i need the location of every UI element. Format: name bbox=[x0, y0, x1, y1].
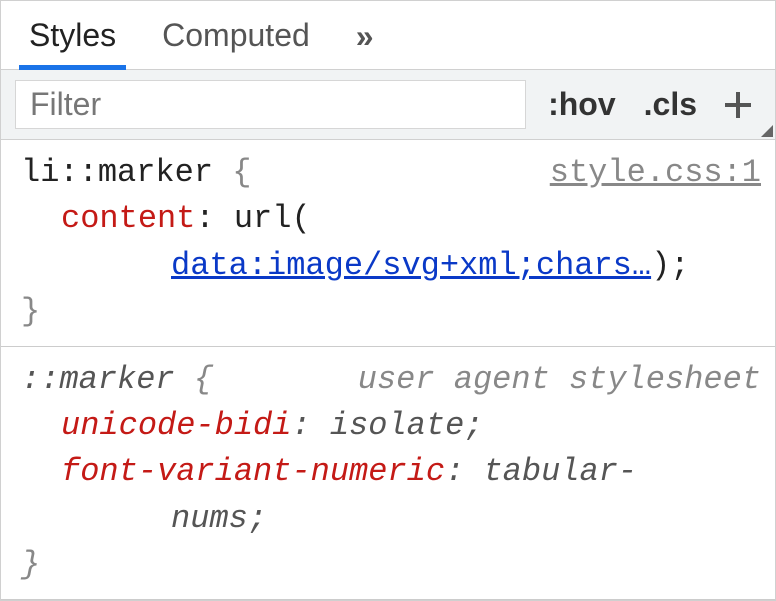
ua-label: user agent stylesheet bbox=[358, 357, 761, 403]
colon: : bbox=[195, 200, 214, 237]
close-brace: } bbox=[21, 289, 761, 335]
url-link[interactable]: data:image/svg+xml;chars… bbox=[171, 247, 651, 284]
dropdown-corner-icon bbox=[761, 125, 773, 137]
styles-panel: Styles Computed » :hov .cls li::marker {… bbox=[0, 0, 776, 601]
declaration: font-variant-numeric: tabular- bbox=[21, 449, 761, 495]
property-value-part1: tabular- bbox=[464, 453, 637, 490]
declaration: unicode-bidi: isolate; bbox=[21, 403, 761, 449]
declaration[interactable]: content: url( bbox=[21, 196, 761, 242]
selector-text[interactable]: li::marker bbox=[21, 154, 213, 191]
tab-overflow[interactable]: » bbox=[356, 1, 376, 69]
property-value-part2: nums; bbox=[21, 496, 761, 542]
selector-text: ::marker bbox=[21, 361, 175, 398]
styles-toolbar: :hov .cls bbox=[1, 70, 775, 140]
new-rule-button[interactable] bbox=[711, 70, 775, 139]
value-suffix: ); bbox=[651, 247, 689, 284]
tab-bar: Styles Computed » bbox=[1, 0, 775, 70]
css-rule-ua: ::marker { user agent stylesheet unicode… bbox=[1, 347, 775, 600]
property-name: font-variant-numeric bbox=[61, 453, 445, 490]
toggle-hover-button[interactable]: :hov bbox=[534, 70, 630, 139]
plus-icon bbox=[721, 88, 755, 122]
property-name[interactable]: content bbox=[61, 200, 195, 237]
property-name: unicode-bidi bbox=[61, 407, 291, 444]
open-brace-char: { bbox=[194, 361, 213, 398]
source-link[interactable]: style.css:1 bbox=[550, 150, 761, 196]
css-rule[interactable]: li::marker { style.css:1 content: url( d… bbox=[1, 140, 775, 347]
tab-computed[interactable]: Computed bbox=[162, 1, 310, 69]
filter-input[interactable] bbox=[15, 80, 526, 129]
close-brace: } bbox=[21, 542, 761, 588]
tab-styles[interactable]: Styles bbox=[29, 1, 116, 69]
value-prefix: url( bbox=[215, 200, 311, 237]
colon: : bbox=[291, 407, 310, 444]
open-brace-char: { bbox=[232, 154, 251, 191]
property-value: isolate; bbox=[311, 407, 484, 444]
colon: : bbox=[445, 453, 464, 490]
toggle-class-button[interactable]: .cls bbox=[630, 70, 711, 139]
